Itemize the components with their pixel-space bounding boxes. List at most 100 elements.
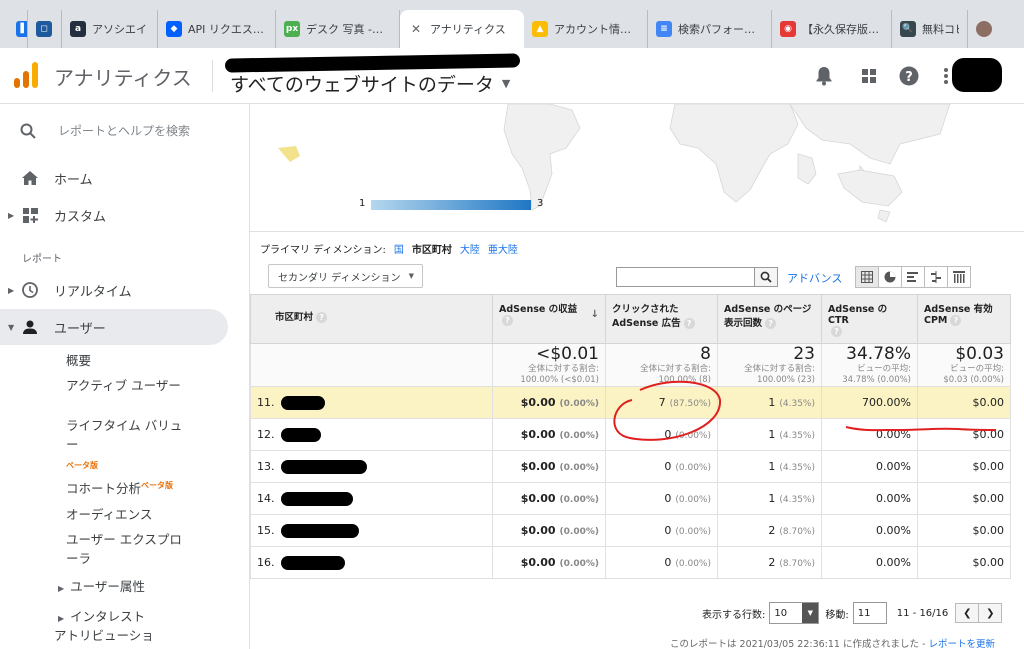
col-header-ecpm[interactable]: AdSense 有効 CPM? bbox=[917, 294, 1011, 344]
city-cell[interactable]: 12. bbox=[250, 418, 493, 451]
prev-page-button[interactable]: ❮ bbox=[955, 603, 980, 623]
help-circle-icon[interactable]: ? bbox=[316, 312, 328, 323]
browser-tab-title: アカウント情… bbox=[554, 23, 631, 36]
sidebar-sub-audiences[interactable]: オーディエンス bbox=[66, 505, 186, 524]
ctr-value: 0.00% bbox=[876, 556, 911, 569]
browser-tab-5[interactable]: ✕ アナリティクス bbox=[400, 10, 524, 48]
caret-down-icon: ▼ bbox=[408, 272, 414, 280]
col-header-city[interactable]: 市区町村? bbox=[250, 294, 493, 344]
apps-grid-icon[interactable] bbox=[857, 64, 881, 88]
help-circle-icon[interactable]: ? bbox=[831, 326, 842, 337]
bell-icon[interactable] bbox=[812, 64, 836, 88]
sidebar-sub-overview[interactable]: 概要 bbox=[66, 351, 186, 370]
primary-dim-subcontinent[interactable]: 亜大陸 bbox=[488, 241, 518, 256]
help-circle-icon[interactable]: ? bbox=[683, 318, 695, 329]
help-icon[interactable]: ? bbox=[897, 64, 921, 88]
city-cell[interactable]: 16. bbox=[250, 546, 493, 579]
primary-dim-continent[interactable]: 大陸 bbox=[460, 241, 480, 256]
bar-chart-icon[interactable] bbox=[901, 266, 925, 288]
browser-tab-6[interactable]: ▲ アカウント情… bbox=[524, 10, 648, 48]
pageviews-pct: (4.35%) bbox=[779, 399, 815, 409]
browser-tab-3[interactable]: ◆ API リクエス… bbox=[158, 10, 276, 48]
col-header-pageviews[interactable]: AdSense のページ表示回数? bbox=[717, 294, 822, 344]
col-header-revenue[interactable]: AdSense の収益? ↓ bbox=[492, 294, 606, 344]
browser-tab-4[interactable]: px デスク 写真 -… bbox=[276, 10, 400, 48]
analytics-logo-icon[interactable] bbox=[14, 62, 38, 88]
table-row[interactable]: 12. $0.00 (0.00%) 0 (0.00%) 1 (4.35%) 0.00% $0.0… bbox=[250, 418, 1011, 451]
table-row[interactable]: 11. $0.00 (0.00%) 7 (87.50%) 1 (4.35%) 700.00% $… bbox=[250, 386, 1011, 419]
totals-ctr-sub: ビューの平均: 34.78% (0.00%) bbox=[842, 364, 911, 385]
browser-tab-10[interactable] bbox=[968, 10, 1024, 48]
revenue-cell: $0.00 (0.00%) bbox=[492, 546, 606, 579]
table-row[interactable]: 13. $0.00 (0.00%) 0 (0.00%) 1 (4.35%) 0.00% $0.0… bbox=[250, 450, 1011, 483]
visualization-toggle bbox=[855, 266, 971, 288]
totals-ctr: 34.78% ビューの平均: 34.78% (0.00%) bbox=[821, 343, 918, 387]
table-search-button[interactable] bbox=[754, 267, 778, 287]
goto-row-input[interactable]: 11 bbox=[852, 602, 887, 624]
pagination: 表示する行数: 10 ▼ 移動: 11 11 - 16/16 ❮ ❯ bbox=[702, 602, 1003, 624]
rows-per-page-select[interactable]: 10 ▼ bbox=[769, 602, 820, 624]
city-cell[interactable]: 15. bbox=[250, 514, 493, 547]
col-header-city-label: 市区町村 bbox=[275, 312, 314, 323]
clicks-pct: (87.50%) bbox=[669, 399, 711, 409]
caret-down-icon: ▼ bbox=[802, 603, 819, 623]
clicks-pct: (0.00%) bbox=[675, 559, 711, 569]
table-search-input[interactable] bbox=[616, 267, 754, 287]
col-header-ctr[interactable]: AdSense の CTR? bbox=[821, 294, 918, 344]
next-page-button[interactable]: ❯ bbox=[978, 603, 1003, 623]
expand-arrow-icon: ▶ bbox=[8, 285, 15, 295]
sidebar-item-custom[interactable]: ▶ カスタム bbox=[0, 197, 228, 233]
sidebar-sub-user-attributes[interactable]: ▶ ユーザー属性 bbox=[58, 576, 145, 595]
view-selector[interactable]: すべてのウェブサイトのデータ ▼ bbox=[230, 70, 510, 97]
clock-icon bbox=[22, 282, 38, 298]
comparison-icon[interactable] bbox=[924, 266, 948, 288]
sidebar-item-users[interactable]: ▼ ユーザー bbox=[0, 309, 228, 345]
help-circle-icon[interactable]: ? bbox=[502, 315, 513, 326]
secondary-dimension-select[interactable]: セカンダリ ディメンション ▼ bbox=[268, 264, 423, 288]
cohort-label: コホート分析 bbox=[66, 481, 142, 497]
browser-tab-9[interactable]: 🔍 無料コピ bbox=[892, 10, 968, 48]
close-icon[interactable]: ✕ bbox=[408, 21, 424, 37]
sidebar-sub-lifetime-value[interactable]: ライフタイム バリュー ベータ版 bbox=[66, 416, 186, 475]
sidebar-sub-active-users[interactable]: アクティブ ユーザー bbox=[66, 376, 186, 395]
table-view-icon[interactable] bbox=[855, 266, 879, 288]
primary-dim-country[interactable]: 国 bbox=[394, 241, 404, 256]
browser-tab-8[interactable]: ◉ 【永久保存版… bbox=[772, 10, 892, 48]
header-divider bbox=[212, 60, 213, 92]
pie-chart-icon[interactable] bbox=[878, 266, 902, 288]
col-header-clicks[interactable]: クリックされた AdSense 広告? bbox=[605, 294, 718, 344]
table-row[interactable]: 16. $0.00 (0.00%) 0 (0.00%) 2 (8.70%) 0.00% $0.0… bbox=[250, 546, 1011, 579]
sidebar-item-realtime[interactable]: ▶ リアルタイム bbox=[0, 272, 228, 308]
sidebar-search[interactable]: レポートとヘルプを検索 bbox=[20, 122, 190, 139]
revenue-value: $0.00 bbox=[520, 396, 556, 409]
table-row[interactable]: 14. $0.00 (0.00%) 0 (0.00%) 1 (4.35%) 0.00% $0.0… bbox=[250, 482, 1011, 515]
city-cell[interactable]: 11. bbox=[250, 386, 493, 419]
beta-badge: ベータ版 bbox=[66, 461, 98, 470]
sidebar-sub-interests[interactable]: ▶ インタレスト bbox=[58, 606, 145, 625]
sort-arrow-down-icon[interactable]: ↓ bbox=[591, 309, 599, 320]
browser-tab-1[interactable]: ◻ bbox=[28, 10, 62, 48]
refresh-report-link[interactable]: レポートを更新 bbox=[928, 639, 995, 649]
help-circle-icon[interactable]: ? bbox=[950, 315, 962, 326]
ctr-cell: 0.00% bbox=[821, 482, 918, 515]
geo-map[interactable]: 1 3 bbox=[250, 104, 1024, 232]
pivot-icon[interactable] bbox=[947, 266, 971, 288]
table-row[interactable]: 15. $0.00 (0.00%) 0 (0.00%) 2 (8.70%) 0.00% $0.0… bbox=[250, 514, 1011, 547]
browser-tab-0[interactable]: ▌ bbox=[8, 10, 28, 48]
map-legend-gradient bbox=[371, 200, 531, 210]
city-cell[interactable]: 13. bbox=[250, 450, 493, 483]
browser-tab-2[interactable]: a アソシエイト・ bbox=[62, 10, 158, 48]
app-title: アナリティクス bbox=[54, 66, 192, 90]
primary-dim-city[interactable]: 市区町村 bbox=[412, 241, 452, 256]
help-circle-icon[interactable]: ? bbox=[765, 318, 777, 329]
browser-tab-7[interactable]: ≡ 検索パフォー… bbox=[648, 10, 772, 48]
advanced-filter-link[interactable]: アドバンス bbox=[787, 270, 842, 286]
sidebar-sub-cohort[interactable]: コホート分析ベータ版 bbox=[66, 476, 186, 498]
sidebar-item-attribution[interactable]: アトリビューショ bbox=[54, 625, 154, 644]
sidebar-sub-user-explorer[interactable]: ユーザー エクスプローラ bbox=[66, 530, 186, 568]
city-cell[interactable]: 14. bbox=[250, 482, 493, 515]
revenue-cell: $0.00 (0.00%) bbox=[492, 418, 606, 451]
sidebar-item-home[interactable]: ホーム bbox=[0, 160, 228, 196]
redacted-user-avatar[interactable] bbox=[952, 58, 1002, 92]
sidebar: レポートとヘルプを検索 ホーム ▶ カスタム レポート ▶ リアルタイム ▼ ユ… bbox=[0, 104, 250, 649]
